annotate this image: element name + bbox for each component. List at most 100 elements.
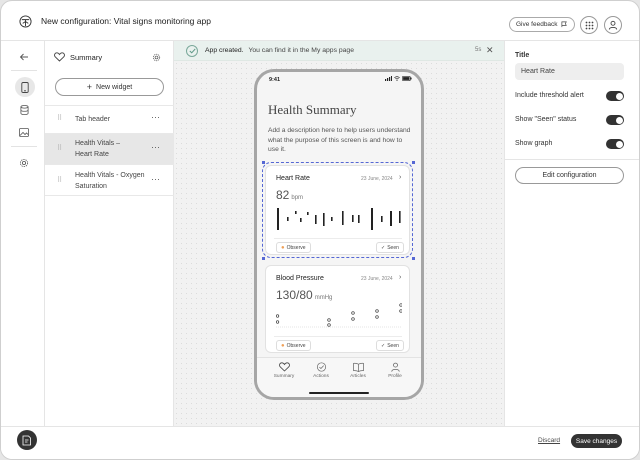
drag-handle-icon[interactable]: ⠿ [57,176,62,184]
apps-grid-button[interactable] [580,16,598,34]
toast-body: You can find it in the My apps page [248,47,354,54]
back-button[interactable] [16,49,32,65]
screen-item-oxygen-saturation[interactable]: ⠿ Health Vitals - Oxygen Saturation ··· [45,164,174,196]
rail-media-button[interactable] [16,124,32,140]
profile-button[interactable] [604,16,622,34]
card-value-number: 130/80 [276,288,313,302]
screens-panel: Summary + New widget ⠿ Tab header ··· ⠿ … [45,41,174,426]
new-widget-button[interactable]: + New widget [55,78,164,96]
seen-status-toggle[interactable] [606,115,624,125]
observe-chip[interactable]: ● Observe [276,340,311,351]
document-button[interactable] [17,430,37,450]
card-divider [274,238,402,239]
status-time: 9:41 [269,77,281,83]
chevron-right-icon[interactable]: › [399,274,401,281]
more-options-icon[interactable]: ··· [151,142,160,152]
seen-chip[interactable]: ✓ Seen [376,340,404,351]
image-icon [19,127,29,137]
tab-profile[interactable]: Profile [380,362,410,379]
title-input[interactable]: Heart Rate [515,63,624,80]
title-label: Title [515,52,530,59]
selection-handle[interactable] [262,257,265,260]
card-date: 23 June, 2024 [361,276,393,282]
rail-screens-button[interactable] [15,77,35,97]
tab-label: Profile [388,374,402,379]
tab-actions[interactable]: Actions [306,362,336,379]
checkmark-icon: ✓ [381,244,386,251]
page-title: New configuration: Vital signs monitorin… [41,16,211,26]
screen-settings-icon[interactable] [152,53,161,62]
tab-summary[interactable]: Summary [269,362,299,379]
check-circle-icon [316,362,326,372]
screen-item-label: Health Vitals – Heart Rate [75,140,121,158]
success-toast: App created. You can find it in the My a… [174,41,504,61]
more-options-icon[interactable]: ··· [151,112,160,122]
phone-preview: 9:41 Health Summary Add a description he… [254,69,424,400]
card-value-unit: mmHg [314,295,333,301]
tab-label: Summary [273,374,295,379]
drag-handle-icon[interactable]: ⠿ [57,144,62,152]
selection-handle[interactable] [262,161,265,164]
heart-icon [54,52,65,62]
screen-item-tab-header[interactable]: ⠿ Tab header ··· [45,105,174,133]
tab-articles[interactable]: Articles [343,362,373,379]
heart-icon [278,362,290,372]
threshold-alert-toggle[interactable] [606,91,624,101]
phone-icon [21,81,29,93]
heart-rate-graph [277,208,401,230]
selection-handle[interactable] [412,257,415,260]
app-logo-icon [19,15,32,28]
phone-screen-description: Add a description here to help users und… [268,127,411,153]
seen-chip[interactable]: ✓ Seen [376,242,404,253]
phone-tab-bar: Summary Actions Articles Profile [257,357,421,397]
edit-configuration-button[interactable]: Edit configuration [515,167,624,184]
blood-pressure-graph [276,303,402,328]
show-graph-toggle[interactable] [606,139,624,149]
home-indicator [309,392,369,394]
grid-icon [585,21,593,29]
seen-label: Seen [387,244,399,251]
toast-title: App created. [205,47,244,54]
threshold-alert-label: Include threshold alert [515,92,584,99]
status-icons [385,76,412,81]
screen-item-label: Tab header [75,116,111,123]
top-bar: New configuration: Vital signs monitorin… [1,1,639,41]
plus-icon: + [86,82,93,92]
card-value: 82 bpm [276,188,303,202]
give-feedback-button[interactable]: Give feedback [509,17,575,32]
observe-dot-icon: ● [281,342,285,349]
screen-item-label: Health Vitals - Oxygen Saturation [75,172,145,190]
chevron-right-icon[interactable]: › [399,174,401,181]
seen-status-label: Show "Seen" status [515,116,577,123]
toast-timer: 5s [475,47,482,53]
observe-chip[interactable]: ● Observe [276,242,311,253]
document-edit-icon [22,435,31,445]
more-options-icon[interactable]: ··· [151,174,160,184]
card-title: Heart Rate [276,175,310,182]
screen-item-heart-rate[interactable]: ⠿ Health Vitals – Heart Rate ··· [45,133,174,164]
card-value-number: 82 [276,188,290,202]
card-date: 23 June, 2024 [361,176,393,182]
discard-link[interactable]: Discard [538,437,560,444]
back-arrow-icon [19,53,28,61]
check-circle-icon [186,45,198,57]
wifi-icon [394,76,400,81]
rail-settings-button[interactable] [16,155,32,171]
signal-icon [385,76,392,81]
give-feedback-label: Give feedback [516,21,558,28]
database-icon [20,105,28,115]
left-rail [1,41,45,426]
app-window: New configuration: Vital signs monitorin… [0,0,640,460]
tab-label: Actions [313,374,329,379]
heart-rate-card[interactable]: Heart Rate 23 June, 2024 › 82 bpm ● Obse… [262,162,413,258]
rail-data-button[interactable] [16,102,32,118]
selection-handle[interactable] [412,161,415,164]
save-changes-button[interactable]: Save changes [571,434,622,448]
drag-handle-icon[interactable]: ⠿ [57,114,62,122]
user-icon [390,362,400,372]
close-icon[interactable]: ✕ [486,46,494,55]
card-value: 130/80 mmHg [276,288,332,302]
blood-pressure-card[interactable]: Blood Pressure 23 June, 2024 › 130/80 mmH… [265,265,410,353]
phone-screen-title: Health Summary [268,102,357,117]
divider [505,159,639,160]
